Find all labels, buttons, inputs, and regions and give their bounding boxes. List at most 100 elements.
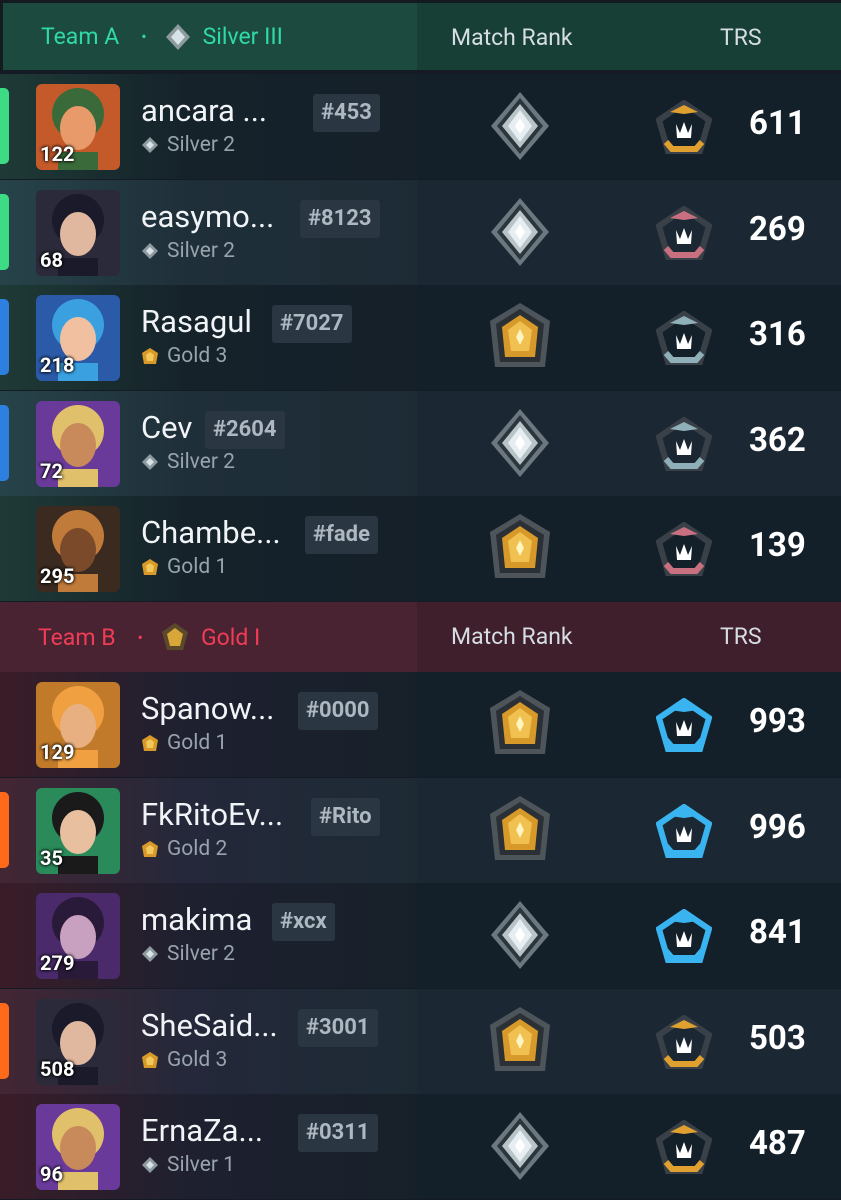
player-rank-label: Silver 2 — [167, 239, 235, 263]
match-rank-column-header: Match Rank — [451, 24, 573, 51]
player-tag: #0000 — [298, 692, 378, 730]
silver-rank-icon — [142, 454, 158, 470]
player-row[interactable]: 122 ancara ... #453 Silver 2 611 — [0, 74, 841, 179]
team-b-header: Team B • Gold I Match Rank TRS — [0, 602, 841, 672]
player-row[interactable]: 35 FkRitoEv... #Rito Gold 2 996 — [0, 778, 841, 883]
player-row[interactable]: 68 easymo... #8123 Silver 2 269 — [0, 180, 841, 285]
silver-rank-icon — [491, 1112, 549, 1180]
player-row[interactable]: 508 SheSaid... #3001 Gold 3 503 — [0, 989, 841, 1094]
account-level: 68 — [40, 248, 63, 272]
silver-rank-icon — [165, 23, 190, 50]
party-indicator — [0, 792, 9, 868]
player-name[interactable]: makima — [141, 901, 252, 938]
trs-column-header: TRS — [720, 623, 762, 650]
gold-rank-icon — [142, 841, 158, 857]
player-rank: Gold 3 — [141, 1048, 227, 1072]
player-rank: Gold 1 — [141, 731, 227, 755]
player-name[interactable]: Chambe... — [141, 514, 281, 551]
gold-rank-icon — [490, 514, 550, 578]
gold-trs-icon — [656, 100, 712, 154]
gold-rank-icon — [142, 1052, 158, 1068]
player-tag: #Rito — [311, 798, 380, 836]
team-a-header: Team A • Silver III Match Rank TRS — [0, 0, 841, 70]
player-tag: #7027 — [272, 305, 352, 343]
party-indicator — [0, 1003, 9, 1079]
player-tag: #0311 — [298, 1114, 378, 1152]
trs-value: 269 — [749, 210, 806, 249]
player-row[interactable]: 279 makima #xcx Silver 2 841 — [0, 883, 841, 988]
separator-dot: • — [141, 27, 147, 46]
player-name[interactable]: FkRitoEv... — [141, 796, 283, 833]
player-rank-label: Gold 3 — [167, 1048, 228, 1072]
player-rank: Silver 2 — [141, 942, 235, 966]
gold-rank-icon — [490, 796, 550, 860]
player-rank-label: Gold 3 — [167, 344, 228, 368]
trs-value: 362 — [749, 421, 806, 460]
player-tag: #453 — [313, 94, 380, 132]
gold-rank-icon — [490, 690, 550, 754]
player-name[interactable]: Spanow... — [141, 690, 274, 727]
account-level: 508 — [40, 1057, 75, 1081]
gold-rank-icon — [142, 348, 158, 364]
account-level: 279 — [40, 951, 75, 975]
trs-value: 996 — [749, 808, 806, 847]
diamond-trs-icon — [656, 804, 712, 858]
player-rank: Silver 2 — [141, 450, 235, 474]
party-indicator — [0, 299, 9, 375]
team-b-rank: Gold I — [200, 623, 261, 651]
silver-rank-icon — [491, 409, 549, 477]
gold-trs-icon — [656, 1120, 712, 1174]
team-a-rank: Silver III — [202, 23, 283, 50]
player-name[interactable]: Rasagul — [141, 303, 252, 340]
player-rank-label: Gold 2 — [167, 837, 228, 861]
player-rank: Silver 2 — [141, 239, 235, 263]
account-level: 72 — [40, 459, 63, 483]
silver-rank-icon — [142, 946, 158, 962]
player-rank-label: Silver 2 — [167, 450, 235, 474]
silver-rank-icon — [142, 243, 158, 259]
trs-value: 841 — [749, 913, 806, 952]
separator-dot: • — [137, 627, 143, 647]
player-rank: Gold 2 — [141, 837, 227, 861]
player-rank: Gold 3 — [141, 344, 227, 368]
player-row[interactable]: 295 Chambe... #fade Gold 1 139 — [0, 496, 841, 601]
player-row[interactable]: 129 Spanow... #0000 Gold 1 993 — [0, 672, 841, 777]
silver-rank-icon — [142, 137, 158, 153]
gold-rank-icon — [490, 303, 550, 367]
gold-rank-icon — [490, 1007, 550, 1071]
trs-value: 139 — [749, 526, 806, 565]
iron-trs-icon — [656, 206, 712, 260]
player-name[interactable]: Cev — [141, 409, 192, 446]
player-name[interactable]: ancara ... — [141, 92, 267, 129]
player-name[interactable]: easymo... — [141, 198, 274, 235]
player-rank: Gold 1 — [141, 555, 227, 579]
player-name[interactable]: SheSaid... — [141, 1007, 278, 1044]
player-rank: Silver 2 — [141, 133, 235, 157]
player-tag: #3001 — [298, 1009, 378, 1047]
gold-rank-icon — [161, 623, 188, 650]
party-indicator — [0, 88, 9, 164]
account-level: 129 — [40, 740, 75, 764]
player-rank-label: Gold 1 — [167, 731, 228, 755]
diamond-trs-icon — [656, 909, 712, 963]
player-row[interactable]: 72 Cev #2604 Silver 2 362 — [0, 391, 841, 496]
iron-trs-icon — [656, 522, 712, 576]
gold-rank-icon — [142, 735, 158, 751]
player-rank-label: Silver 2 — [167, 133, 235, 157]
trs-value: 316 — [749, 315, 806, 354]
team-a-label: Team A — [41, 23, 120, 50]
gold-trs-icon — [656, 1015, 712, 1069]
party-indicator — [0, 405, 9, 481]
player-tag: #fade — [305, 516, 378, 554]
player-rank-label: Silver 2 — [167, 942, 235, 966]
diamond-trs-icon — [656, 698, 712, 752]
player-row[interactable]: 218 Rasagul #7027 Gold 3 316 — [0, 285, 841, 390]
trs-value: 487 — [749, 1124, 806, 1163]
player-tag: #xcx — [272, 903, 335, 941]
silver-rank-icon — [491, 198, 549, 266]
player-name[interactable]: ErnaZa... — [141, 1112, 263, 1149]
scoreboard: Team A • Silver III Match Rank TRS 122 a… — [0, 0, 841, 1200]
player-row[interactable]: 96 ErnaZa... #0311 Silver 1 487 — [0, 1094, 841, 1199]
trs-value: 993 — [749, 702, 806, 741]
player-rank-label: Silver 1 — [167, 1153, 235, 1177]
